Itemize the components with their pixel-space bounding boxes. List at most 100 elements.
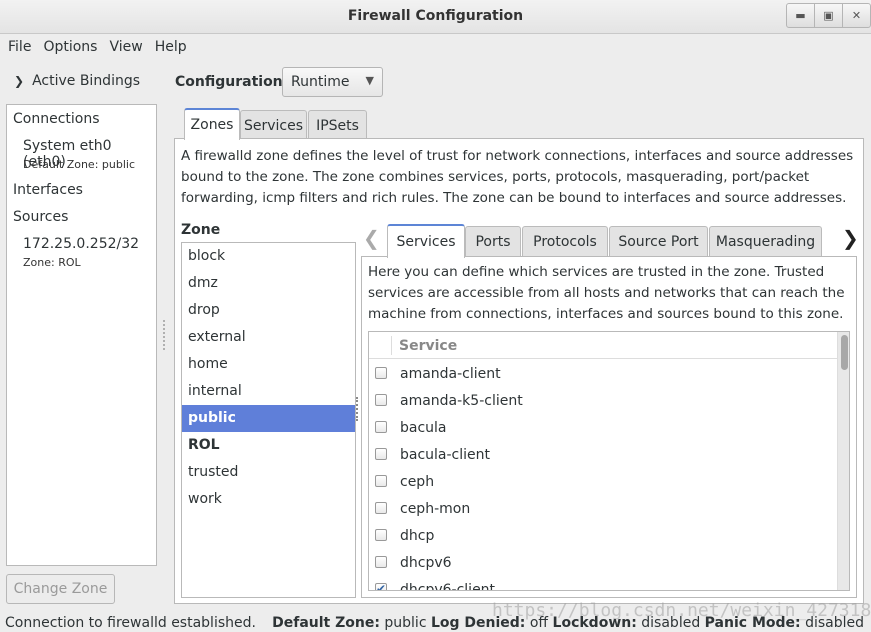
zones-description-line: A firewalld zone defines the level of tr… bbox=[181, 148, 854, 164]
services-description: Here you can define which services are t… bbox=[368, 262, 845, 325]
service-checkbox[interactable] bbox=[375, 475, 387, 487]
service-name: amanda-k5-client bbox=[400, 393, 523, 409]
service-row: bacula-client bbox=[369, 441, 837, 468]
service-checkbox[interactable] bbox=[375, 502, 387, 514]
zone-item-dmz[interactable]: dmz bbox=[182, 270, 355, 297]
zones-description-line: bound to the zone. The zone combines ser… bbox=[181, 169, 810, 185]
connections-heading: Connections bbox=[13, 111, 100, 127]
zone-item-block[interactable]: block bbox=[182, 243, 355, 270]
service-checkbox[interactable] bbox=[375, 394, 387, 406]
minimize-button[interactable]: ▬ bbox=[786, 3, 815, 28]
zone-item-public[interactable]: public bbox=[182, 405, 355, 432]
service-checkbox[interactable] bbox=[375, 529, 387, 541]
zone-item-home[interactable]: home bbox=[182, 351, 355, 378]
services-list: Service amanda-client amanda-k5-client b… bbox=[368, 331, 850, 591]
panic-mode-value: disabled bbox=[805, 615, 864, 631]
service-row: ceph bbox=[369, 468, 837, 495]
service-name: amanda-client bbox=[400, 366, 501, 382]
service-column-header[interactable]: Service bbox=[399, 338, 457, 354]
zone-item-internal[interactable]: internal bbox=[182, 378, 355, 405]
service-row: dhcp bbox=[369, 522, 837, 549]
service-row: bacula bbox=[369, 414, 837, 441]
service-name: ceph-mon bbox=[400, 501, 471, 517]
service-checkbox[interactable] bbox=[375, 367, 387, 379]
tab-zone-protocols[interactable]: Protocols bbox=[522, 226, 608, 256]
scrollbar-thumb[interactable] bbox=[841, 335, 848, 370]
configuration-select[interactable]: Runtime ▼ bbox=[282, 67, 383, 97]
tab-zone-masquerading[interactable]: Masquerading bbox=[709, 226, 822, 256]
maximize-button[interactable]: ▣ bbox=[814, 3, 843, 28]
menu-file[interactable]: File bbox=[2, 35, 37, 61]
tab-zone-ports[interactable]: Ports bbox=[465, 226, 521, 256]
service-name: dhcpv6 bbox=[400, 555, 452, 571]
zone-item-work[interactable]: work bbox=[182, 486, 355, 513]
service-name: dhcpv6-client bbox=[400, 582, 496, 591]
service-row: amanda-client bbox=[369, 360, 837, 387]
close-button[interactable]: ✕ bbox=[842, 3, 871, 28]
status-bar: Connection to firewalld established. Def… bbox=[0, 613, 871, 632]
bindings-panel: Connections System eth0 (eth0) Default Z… bbox=[6, 104, 157, 566]
source-zone: Zone: ROL bbox=[23, 256, 81, 269]
tab-scroll-right-icon[interactable]: ❯ bbox=[842, 226, 859, 250]
panic-mode-label: Panic Mode: bbox=[704, 615, 801, 631]
minimize-icon: ▬ bbox=[795, 9, 806, 22]
service-name: bacula-client bbox=[400, 447, 491, 463]
service-row: dhcpv6 bbox=[369, 549, 837, 576]
configuration-value: Runtime bbox=[291, 74, 350, 90]
chevron-down-icon: ▼ bbox=[365, 74, 374, 87]
zone-item-drop[interactable]: drop bbox=[182, 297, 355, 324]
log-denied-value: off bbox=[529, 615, 549, 631]
menu-bar: File Options View Help bbox=[0, 35, 871, 61]
source-item[interactable]: 172.25.0.252/32 bbox=[23, 236, 139, 252]
configuration-label: Configuration: bbox=[175, 74, 289, 90]
interfaces-heading: Interfaces bbox=[13, 182, 83, 198]
tab-zone-services[interactable]: Services bbox=[387, 224, 465, 258]
active-bindings-toggle[interactable]: ❯ Active Bindings bbox=[14, 73, 140, 89]
menu-options[interactable]: Options bbox=[37, 35, 103, 61]
column-separator bbox=[391, 336, 392, 355]
zone-split-handle[interactable] bbox=[356, 397, 359, 421]
tab-zones[interactable]: Zones bbox=[184, 108, 240, 140]
service-row: ceph-mon bbox=[369, 495, 837, 522]
sources-heading: Sources bbox=[13, 209, 69, 225]
default-zone-label: Default Zone: bbox=[272, 615, 380, 631]
zones-description-line: forwarding, icmp filters and rich rules.… bbox=[181, 190, 847, 206]
service-row: ✔ dhcpv6-client bbox=[369, 576, 837, 591]
service-name: bacula bbox=[400, 420, 447, 436]
active-bindings-label: Active Bindings bbox=[32, 73, 141, 89]
connection-status: Connection to firewalld established. bbox=[5, 615, 256, 631]
tab-ipsets[interactable]: IPSets bbox=[308, 110, 367, 140]
services-scrollbar[interactable] bbox=[837, 332, 849, 590]
zone-item-external[interactable]: external bbox=[182, 324, 355, 351]
title-bar: Firewall Configuration ▬ ▣ ✕ bbox=[0, 0, 871, 34]
services-description-line: services are accessible from all hosts a… bbox=[368, 285, 845, 301]
menu-view[interactable]: View bbox=[103, 35, 148, 61]
change-zone-button[interactable]: Change Zone bbox=[6, 574, 115, 604]
pane-divider-handle[interactable] bbox=[163, 320, 166, 350]
connection-zone: Default Zone: public bbox=[23, 158, 135, 171]
zone-list: block dmz drop external home internal pu… bbox=[181, 242, 356, 598]
lockdown-label: Lockdown: bbox=[552, 615, 637, 631]
tab-services[interactable]: Services bbox=[240, 110, 307, 140]
service-checkbox[interactable]: ✔ bbox=[375, 582, 387, 591]
service-checkbox[interactable] bbox=[375, 421, 387, 433]
zones-description: A firewalld zone defines the level of tr… bbox=[181, 146, 853, 209]
service-name: ceph bbox=[400, 474, 435, 490]
zone-item-rol[interactable]: ROL bbox=[182, 432, 355, 459]
status-summary: Default Zone: public Log Denied: off Loc… bbox=[272, 615, 864, 631]
service-checkbox[interactable] bbox=[375, 448, 387, 460]
maximize-icon: ▣ bbox=[823, 9, 834, 22]
default-zone-value: public bbox=[384, 615, 427, 631]
tab-scroll-left-icon[interactable]: ❮ bbox=[363, 226, 380, 250]
chevron-down-icon: ❯ bbox=[14, 74, 25, 88]
service-checkbox[interactable] bbox=[375, 556, 387, 568]
menu-help[interactable]: Help bbox=[149, 35, 193, 61]
tab-zone-source-port[interactable]: Source Port bbox=[609, 226, 708, 256]
zone-item-trusted[interactable]: trusted bbox=[182, 459, 355, 486]
window-title: Firewall Configuration bbox=[347, 8, 524, 24]
services-description-line: machine from connections, interfaces and… bbox=[368, 306, 844, 322]
service-name: dhcp bbox=[400, 528, 435, 544]
close-icon: ✕ bbox=[851, 9, 862, 22]
check-icon: ✔ bbox=[376, 582, 387, 591]
service-row: amanda-k5-client bbox=[369, 387, 837, 414]
